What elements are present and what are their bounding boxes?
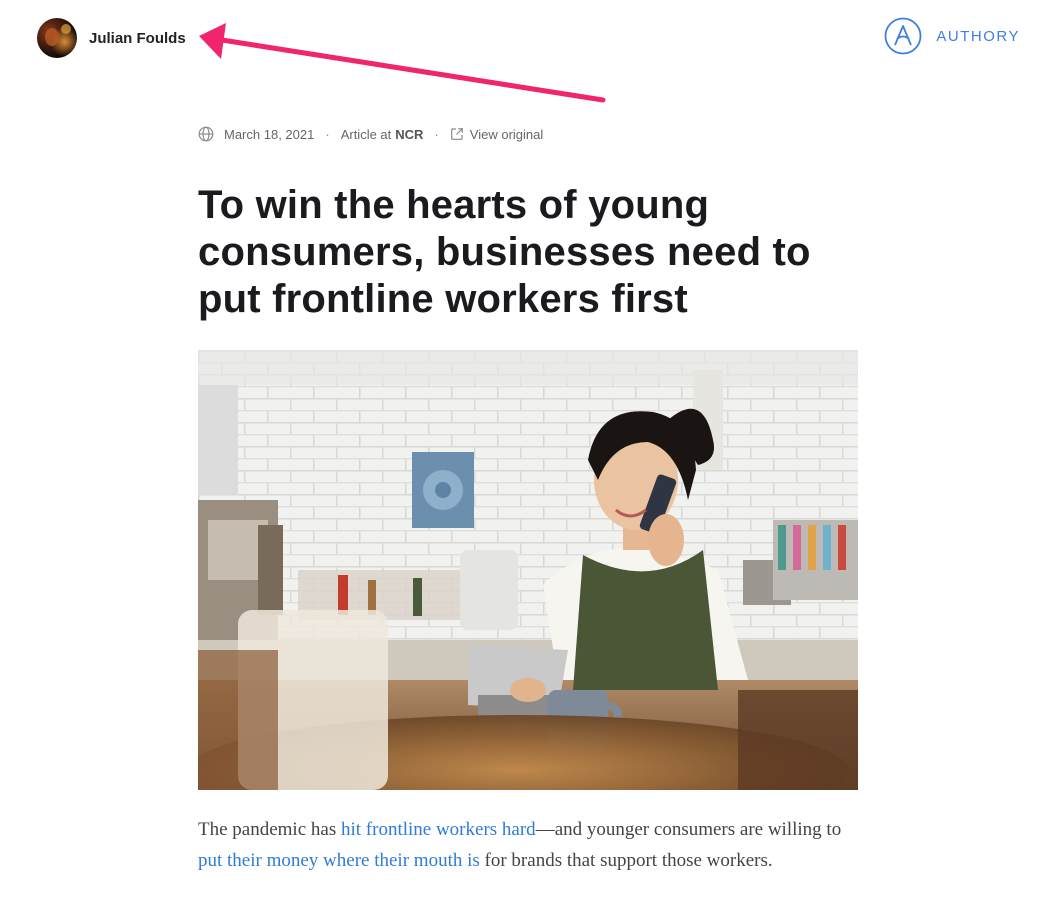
brand-name: AUTHORY — [936, 27, 1020, 45]
view-original-link[interactable]: View original — [450, 127, 543, 142]
author-link[interactable]: Julian Foulds — [37, 18, 186, 58]
article-title: To win the hearts of young consumers, bu… — [198, 183, 811, 321]
link-put-their-money[interactable]: put their money where their mouth is — [198, 850, 480, 871]
meta-separator: · — [325, 126, 330, 142]
article-intro: The pandemic has hit frontline workers h… — [198, 814, 868, 876]
publish-date: March 18, 2021 — [224, 126, 315, 142]
article-meta: March 18, 2021 · Article at NCR · View o… — [198, 126, 543, 142]
link-hit-frontline-workers-hard[interactable]: hit frontline workers hard — [341, 819, 536, 840]
view-original-label: View original — [469, 126, 544, 142]
publication-name: NCR — [395, 126, 424, 142]
author-name: Julian Foulds — [89, 29, 186, 47]
external-link-icon — [450, 128, 463, 140]
authory-logo-link[interactable]: AUTHORY — [884, 17, 1020, 55]
article-type: Article at — [340, 126, 392, 142]
author-avatar — [37, 18, 77, 58]
meta-separator: · — [434, 126, 439, 142]
intro-text-1: The pandemic has — [198, 819, 341, 840]
hero-image — [198, 350, 858, 790]
authory-logo-icon — [885, 17, 922, 55]
intro-text-2: —and younger consumers are willing to — [535, 819, 842, 840]
intro-text-3: for brands that support those workers. — [479, 850, 773, 871]
globe-icon — [198, 126, 214, 142]
